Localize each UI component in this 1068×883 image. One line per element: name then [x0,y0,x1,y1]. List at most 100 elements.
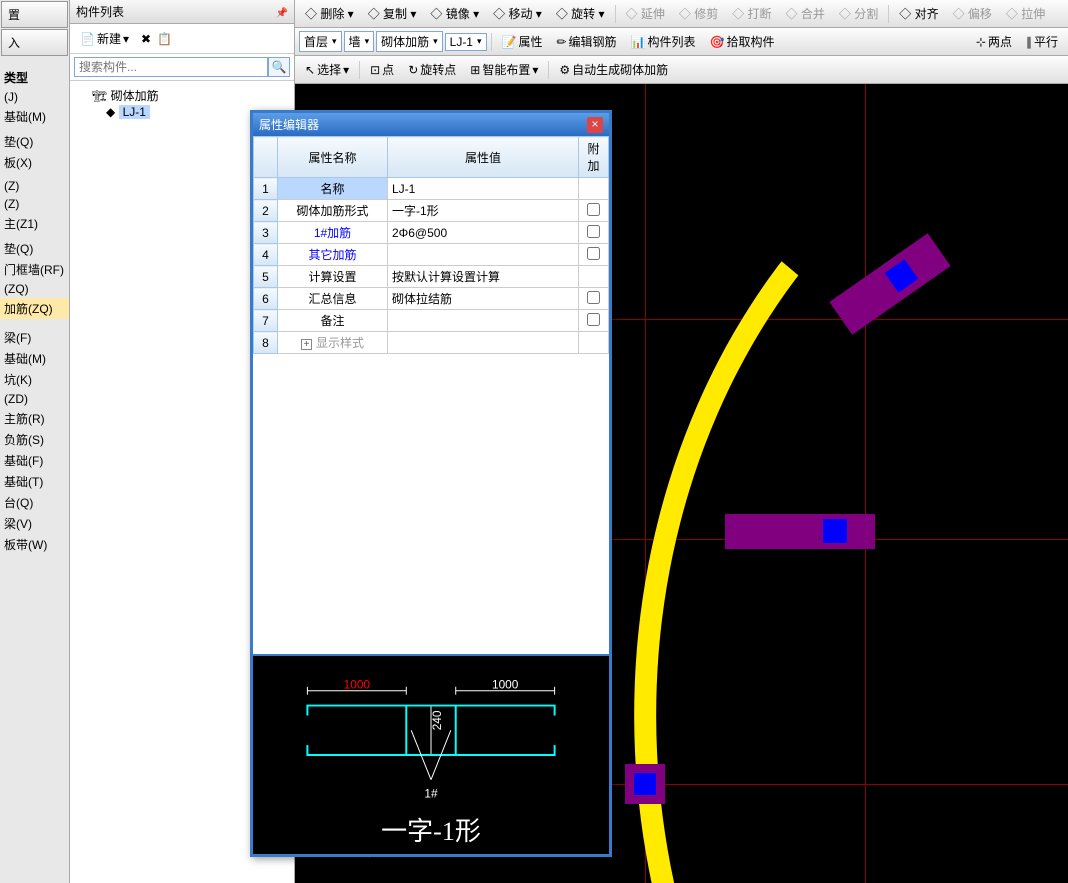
category-item[interactable]: 板带(W) [0,534,69,555]
left-tab-1[interactable]: 置 [1,1,68,28]
tool-分割: ◇ 分割 [833,2,884,25]
property-value[interactable] [388,310,579,332]
property-row[interactable]: 31#加筋2Φ6@500 [254,222,609,244]
property-value[interactable]: 按默认计算设置计算 [388,266,579,288]
left-category-pane: 置 入 类型(J)基础(M)垫(Q)板(X)(Z)(Z)主(Z1)垫(Q)门框墙… [0,0,70,883]
sub-combo[interactable]: 砌体加筋 [376,31,443,52]
property-row[interactable]: 4其它加筋 [254,244,609,266]
new-button[interactable]: 📄 新建 ▾ [74,27,135,50]
col-value: 属性值 [388,137,579,178]
category-item[interactable]: 主筋(R) [0,408,69,429]
toolbar-edit: ◇ 删除 ▾◇ 复制 ▾◇ 镜像 ▾◇ 移动 ▾◇ 旋转 ▾◇ 延伸◇ 修剪◇ … [295,0,1068,28]
tool-复制[interactable]: ◇ 复制 ▾ [362,2,423,25]
tool-旋转[interactable]: ◇ 旋转 ▾ [550,2,611,25]
property-value[interactable]: 一字-1形 [388,200,579,222]
property-row[interactable]: 5计算设置按默认计算设置计算 [254,266,609,288]
category-item[interactable]: 垫(Q) [0,238,69,259]
property-name: 名称 [278,178,388,200]
two-point-button[interactable]: ⊹两点 [970,30,1018,53]
category-item[interactable]: 基础(M) [0,348,69,369]
shape-label: 一字-1形 [253,811,609,848]
property-name: 1#加筋 [278,222,388,244]
toolbar-draw: ↖选择 ▾ ⊡点 ↻旋转点 ⊞智能布置 ▾ ⚙自动生成砌体加筋 [295,56,1068,84]
point-button[interactable]: ⊡点 [364,58,400,81]
category-item[interactable]: 垫(Q) [0,131,69,152]
category-item[interactable]: (Z) [0,177,69,195]
property-button[interactable]: 📝属性 [496,30,549,53]
extra-checkbox[interactable] [587,291,600,304]
auto-gen-button[interactable]: ⚙自动生成砌体加筋 [553,58,674,81]
rebar-block[interactable] [725,514,875,549]
parallel-button[interactable]: ∥平行 [1020,30,1064,53]
rebar-block[interactable] [625,764,665,804]
component-list-title: 构件列表 [76,3,124,20]
element-combo[interactable]: 墙 [344,31,375,52]
category-item[interactable]: 台(Q) [0,492,69,513]
property-value[interactable] [388,244,579,266]
tool-拉伸: ◇ 拉伸 [1000,2,1051,25]
property-name: +显示样式 [278,332,388,354]
property-table[interactable]: 属性名称 属性值 附加 1名称LJ-12砌体加筋形式一字-1形31#加筋2Φ6@… [253,136,609,354]
category-item[interactable]: (ZD) [0,390,69,408]
search-button[interactable]: 🔍 [268,57,290,77]
tool-镜像[interactable]: ◇ 镜像 ▾ [424,2,485,25]
category-item[interactable]: (ZQ) [0,280,69,298]
category-item[interactable]: 基础(F) [0,450,69,471]
property-value[interactable]: 砌体拉结筋 [388,288,579,310]
property-row[interactable]: 8+显示样式 [254,332,609,354]
property-row[interactable]: 7备注 [254,310,609,332]
tree-root[interactable]: 砌体加筋 [74,87,290,105]
dialog-title: 属性编辑器 [259,116,319,133]
extra-checkbox[interactable] [587,225,600,238]
tool-打断: ◇ 打断 [726,2,777,25]
close-icon[interactable]: × [587,117,603,133]
select-button[interactable]: ↖选择 ▾ [299,58,355,81]
category-item[interactable]: 基础(T) [0,471,69,492]
search-input[interactable] [74,57,268,77]
pick-component-button[interactable]: 🎯拾取构件 [704,30,781,53]
svg-text:1#: 1# [424,787,438,801]
smart-layout-button[interactable]: ⊞智能布置 ▾ [464,58,544,81]
category-item[interactable]: (Z) [0,195,69,213]
tool-移动[interactable]: ◇ 移动 ▾ [487,2,548,25]
property-editor-dialog[interactable]: 属性编辑器 × 属性名称 属性值 附加 1名称LJ-12砌体加筋形式一字-1形3… [250,110,612,857]
tool-删除[interactable]: ◇ 删除 ▾ [299,2,360,25]
property-name: 备注 [278,310,388,332]
floor-combo[interactable]: 首层 [299,31,342,52]
extra-checkbox[interactable] [587,247,600,260]
category-item[interactable]: (J) [0,88,69,106]
category-item[interactable]: 负筋(S) [0,429,69,450]
instance-combo[interactable]: LJ-1 [445,33,487,51]
pin-icon[interactable] [276,5,288,19]
extra-checkbox[interactable] [587,313,600,326]
property-name: 砌体加筋形式 [278,200,388,222]
svg-text:240: 240 [430,710,444,730]
component-list-button[interactable]: 📊构件列表 [625,30,702,53]
category-item[interactable]: 坑(K) [0,369,69,390]
extra-checkbox[interactable] [587,203,600,216]
tool-修剪: ◇ 修剪 [673,2,724,25]
copy-icon[interactable]: 📋 [157,32,172,46]
toolbar-context: 首层 墙 砌体加筋 LJ-1 📝属性 ✏编辑钢筋 📊构件列表 🎯拾取构件 ⊹两点… [295,28,1068,56]
property-name: 其它加筋 [278,244,388,266]
property-value[interactable] [388,332,579,354]
property-row[interactable]: 1名称LJ-1 [254,178,609,200]
category-item[interactable]: 板(X) [0,152,69,173]
property-value[interactable]: 2Φ6@500 [388,222,579,244]
property-row[interactable]: 6汇总信息砌体拉结筋 [254,288,609,310]
property-name: 汇总信息 [278,288,388,310]
category-item[interactable]: 门框墙(RF) [0,259,69,280]
property-row[interactable]: 2砌体加筋形式一字-1形 [254,200,609,222]
delete-icon[interactable]: ✖ [141,32,151,46]
tool-对齐[interactable]: ◇ 对齐 [893,2,944,25]
left-tab-2[interactable]: 入 [1,29,68,56]
tool-合并: ◇ 合并 [780,2,831,25]
property-value[interactable]: LJ-1 [388,178,579,200]
category-item[interactable]: 加筋(ZQ) [0,298,69,319]
category-item[interactable]: 梁(V) [0,513,69,534]
edit-rebar-button[interactable]: ✏编辑钢筋 [550,30,622,53]
category-item[interactable]: 基础(M) [0,106,69,127]
category-item[interactable]: 梁(F) [0,327,69,348]
category-item[interactable]: 主(Z1) [0,213,69,234]
rotate-point-button[interactable]: ↻旋转点 [402,58,462,81]
